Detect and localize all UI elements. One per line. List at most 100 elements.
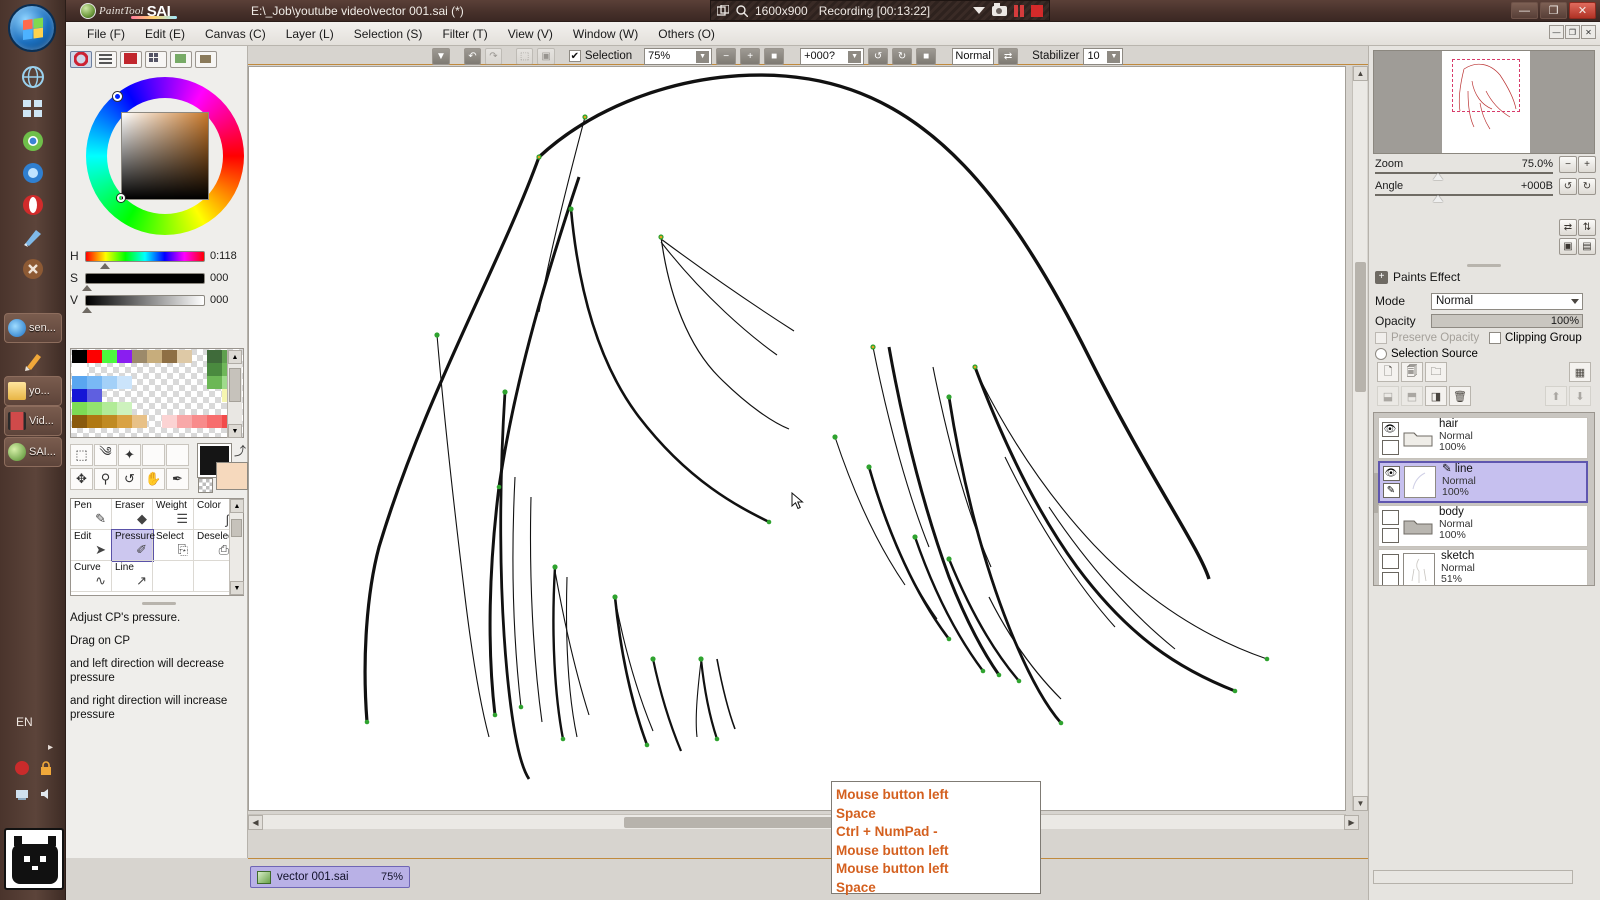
sv-marker[interactable] — [117, 194, 125, 202]
stabilizer-field[interactable]: 10 ▼ — [1083, 48, 1123, 65]
menu-layer[interactable]: Layer (L) — [277, 24, 343, 44]
window-region-icon[interactable] — [717, 5, 729, 17]
zoom-reset-button[interactable]: ■ — [764, 48, 784, 65]
layer-visibility-checkbox[interactable]: 👁 — [1382, 422, 1399, 437]
checkbox-icon[interactable] — [1489, 332, 1501, 344]
flip-horizontal-button[interactable]: ⇄ — [998, 48, 1018, 65]
swatch-scroll-up-button[interactable]: ▲ — [228, 350, 242, 364]
navigator-preview[interactable] — [1373, 50, 1595, 154]
maximize-button[interactable]: ❐ — [1540, 2, 1567, 19]
rotate-cw-button[interactable]: ↻ — [1578, 178, 1596, 195]
volume-icon[interactable] — [38, 786, 54, 802]
canvas-horizontal-scrollbar[interactable]: ◀ ▶ — [248, 814, 1346, 829]
layer-row-sketch[interactable]: sketch Normal 51% — [1378, 549, 1588, 586]
layer-visibility-checkbox[interactable] — [1382, 554, 1399, 569]
opera-icon[interactable] — [20, 192, 46, 218]
swatch[interactable] — [207, 376, 222, 389]
rotate-cw-button[interactable]: ↻ — [892, 48, 912, 65]
swatch[interactable] — [102, 350, 117, 363]
eyedropper-icon[interactable]: ✒ — [166, 468, 189, 490]
swatch[interactable] — [207, 350, 222, 363]
start-button[interactable] — [8, 4, 56, 52]
tab-color-grid[interactable] — [145, 51, 167, 68]
layer-move-up-button[interactable]: ⬆ — [1545, 386, 1567, 406]
layer-options-button[interactable]: ▦ — [1569, 362, 1591, 382]
tool-select[interactable]: Select ⎘ — [153, 530, 194, 561]
tab-color-bars[interactable] — [95, 51, 117, 68]
rotate-reset-button[interactable]: ■ — [916, 48, 936, 65]
layer-row-hair[interactable]: 👁 hair Normal 100% — [1378, 417, 1588, 459]
layer-row-line[interactable]: 👁 ✎ ✎ line Normal 100% — [1378, 461, 1588, 503]
tool-curve[interactable]: Curve ∿ — [71, 561, 112, 592]
layer-lock-checkbox[interactable] — [1382, 572, 1399, 587]
checkbox-icon[interactable]: ✔ — [569, 50, 581, 62]
swatch[interactable] — [87, 402, 102, 415]
swatch[interactable] — [117, 415, 132, 428]
swatch[interactable] — [207, 415, 222, 428]
swatch[interactable] — [72, 363, 87, 376]
layer-row-body[interactable]: body Normal 100% — [1378, 505, 1588, 547]
clear-layer-button[interactable]: ◨ — [1425, 386, 1447, 406]
redo-button[interactable]: ↷ — [485, 48, 502, 65]
merge-visible-button[interactable]: ⬒ — [1401, 386, 1423, 406]
menu-filter[interactable]: Filter (T) — [433, 24, 496, 44]
value-knob[interactable] — [82, 307, 92, 313]
swatch-scrollbar[interactable]: ▲ ▼ — [227, 350, 242, 438]
flip-vertical-button[interactable]: ⇅ — [1578, 219, 1596, 236]
taskbar-button-yo[interactable]: yo... — [4, 376, 62, 406]
tab-color-swatches[interactable] — [195, 51, 217, 68]
swatch[interactable] — [72, 389, 87, 402]
lasso-icon[interactable]: ༄ — [94, 444, 117, 466]
swatch[interactable] — [72, 402, 87, 415]
mdi-maximize-button[interactable]: ❐ — [1565, 25, 1580, 39]
delete-layer-button[interactable]: 🗑 — [1449, 386, 1471, 406]
zoom-in-button[interactable]: + — [740, 48, 760, 65]
tool-weight[interactable]: Weight ☰ — [153, 499, 194, 530]
tool-pen[interactable]: Pen ✎ — [71, 499, 112, 530]
nav-extra-button-a[interactable]: ▣ — [1559, 238, 1577, 255]
paints-effect-header[interactable]: + Paints Effect — [1375, 270, 1460, 284]
pen-tool-icon[interactable] — [20, 348, 46, 374]
menu-window[interactable]: Window (W) — [564, 24, 647, 44]
color-swatch-grid[interactable]: ▲ ▼ — [70, 348, 244, 438]
clipping-group-row[interactable]: Clipping Group — [1489, 332, 1582, 344]
vertical-scroll-thumb[interactable] — [1355, 262, 1366, 392]
layer-move-down-button[interactable]: ⬇ — [1569, 386, 1591, 406]
selection-toggle[interactable]: ✔ Selection — [569, 50, 632, 62]
swatch[interactable] — [87, 350, 102, 363]
zoom-icon[interactable]: ⚲ — [94, 468, 117, 490]
photo-icon[interactable] — [20, 160, 46, 186]
new-folder-button[interactable]: 🗀 — [1425, 362, 1447, 382]
move-icon[interactable]: ✥ — [70, 468, 93, 490]
tab-color-mixer[interactable] — [170, 51, 192, 68]
tool-eraser[interactable]: Eraser ◆ — [112, 499, 153, 530]
panel-grip[interactable] — [142, 602, 176, 605]
blank-tool-b[interactable] — [166, 444, 189, 466]
layer-visibility-checkbox[interactable] — [1382, 510, 1399, 525]
menu-canvas[interactable]: Canvas (C) — [196, 24, 275, 44]
rotate-ccw-button[interactable]: ↺ — [1559, 178, 1577, 195]
saturation-slider[interactable] — [85, 273, 205, 284]
merge-down-button[interactable]: ⬓ — [1377, 386, 1399, 406]
chevron-down-icon[interactable]: ▼ — [848, 51, 861, 63]
magic-wand-icon[interactable]: ✦ — [118, 444, 141, 466]
navigator-viewport-rect[interactable] — [1452, 59, 1520, 112]
opacity-slider[interactable]: 100% — [1431, 314, 1583, 328]
rotate-icon[interactable]: ↺ — [118, 468, 141, 490]
record-indicator-icon[interactable] — [14, 760, 30, 776]
swatch[interactable] — [72, 376, 87, 389]
swap-colors-icon[interactable]: ⤴ — [234, 442, 246, 459]
scroll-down-button[interactable]: ▼ — [1353, 796, 1368, 811]
swatch[interactable] — [132, 415, 147, 428]
swatch[interactable] — [102, 402, 117, 415]
blank-tool-a[interactable] — [142, 444, 165, 466]
network-icon[interactable] — [14, 786, 30, 802]
brush-icon[interactable] — [20, 224, 46, 250]
rotation-field[interactable]: +000? ▼ — [800, 48, 864, 65]
flip-horizontal-button[interactable]: ⇄ — [1559, 219, 1577, 236]
radio-icon[interactable] — [1375, 348, 1387, 360]
zoom-track[interactable] — [1375, 172, 1553, 174]
language-indicator[interactable]: EN — [16, 715, 33, 729]
canvas-vertical-scrollbar[interactable]: ▲ ▼ — [1352, 66, 1367, 811]
tool-scroll-up-button[interactable]: ▲ — [230, 499, 244, 513]
